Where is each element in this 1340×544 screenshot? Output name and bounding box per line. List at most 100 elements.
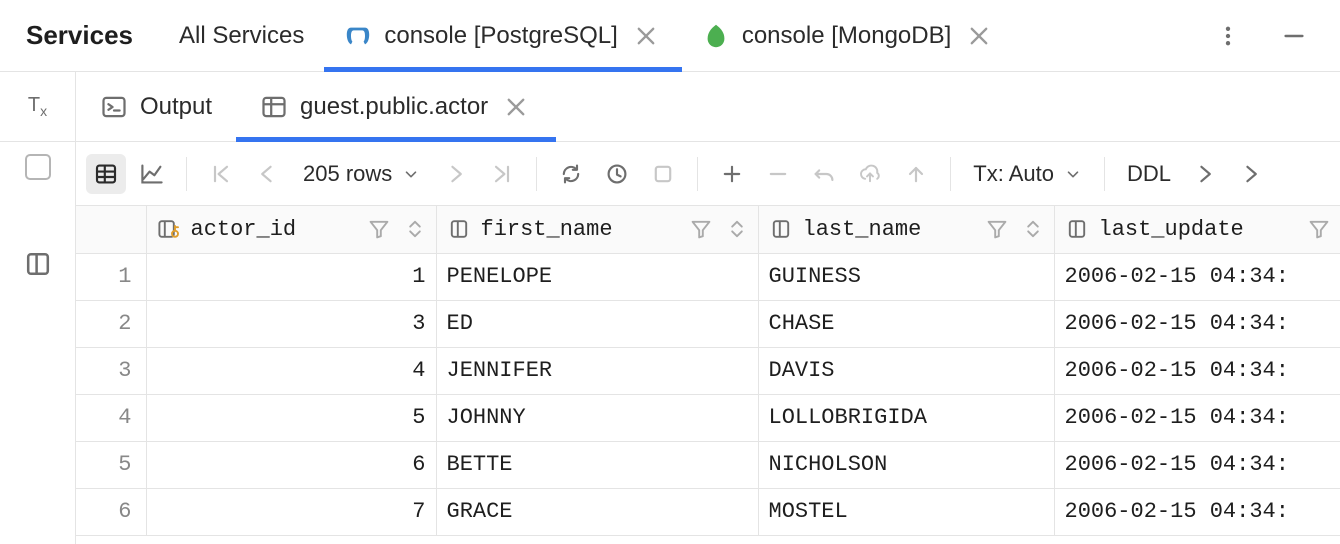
postgres-icon <box>344 22 372 50</box>
top-tab-label: console [PostgreSQL] <box>384 22 617 50</box>
row-number-header[interactable] <box>76 206 146 253</box>
select-all-checkbox[interactable] <box>25 154 51 180</box>
filter-icon[interactable] <box>688 217 714 241</box>
revert-button[interactable] <box>804 154 844 194</box>
column-header-row: actor_id first_name <box>76 206 1340 253</box>
hide-button[interactable] <box>1274 16 1314 56</box>
cell-last-name[interactable]: CHASE <box>758 300 1054 347</box>
filter-icon[interactable] <box>1306 217 1332 241</box>
cell-actor-id[interactable]: 5 <box>146 394 436 441</box>
row-number[interactable]: 3 <box>76 347 146 394</box>
reload-button[interactable] <box>551 154 591 194</box>
cell-actor-id[interactable]: 1 <box>146 253 436 300</box>
sort-icon[interactable] <box>402 217 428 241</box>
cell-last-name[interactable]: GUINESS <box>758 253 1054 300</box>
ddl-next-button[interactable] <box>1185 154 1225 194</box>
data-grid: actor_id first_name <box>76 206 1340 544</box>
cell-first-name[interactable]: ED <box>436 300 758 347</box>
column-name: first_name <box>481 217 613 242</box>
column-icon <box>769 217 793 241</box>
secondary-tab-output[interactable]: Output <box>76 72 236 141</box>
delete-row-button[interactable] <box>758 154 798 194</box>
chevron-down-icon <box>402 165 420 183</box>
close-icon[interactable] <box>963 20 995 52</box>
sort-icon[interactable] <box>724 217 750 241</box>
cell-last-name[interactable]: LOLLOBRIGIDA <box>758 394 1054 441</box>
top-tab-bar: Services All Services console [PostgreSQ… <box>0 0 1340 72</box>
filter-icon[interactable] <box>984 217 1010 241</box>
column-header-last-update[interactable]: last_update <box>1054 206 1340 253</box>
overflow-button[interactable] <box>1231 154 1271 194</box>
cell-first-name[interactable]: PENELOPE <box>436 253 758 300</box>
cell-first-name[interactable]: BETTE <box>436 441 758 488</box>
row-count-label: 205 rows <box>303 161 392 187</box>
stop-button[interactable] <box>643 154 683 194</box>
sort-icon[interactable] <box>1020 217 1046 241</box>
top-tab-label: All Services <box>179 22 304 50</box>
cell-last-update[interactable]: 2006-02-15 04:34: <box>1054 441 1340 488</box>
row-number[interactable]: 4 <box>76 394 146 441</box>
prev-page-button[interactable] <box>247 154 287 194</box>
secondary-tab-result[interactable]: guest.public.actor <box>236 72 556 141</box>
cell-first-name[interactable]: JOHNNY <box>436 394 758 441</box>
top-tab-console-postgresql[interactable]: console [PostgreSQL] <box>324 0 681 71</box>
cell-last-name[interactable]: DAVIS <box>758 347 1054 394</box>
cell-actor-id[interactable]: 7 <box>146 488 436 535</box>
close-icon[interactable] <box>630 20 662 52</box>
output-icon <box>100 93 128 121</box>
cell-last-update[interactable]: 2006-02-15 04:34: <box>1054 394 1340 441</box>
cell-last-update[interactable]: 2006-02-15 04:34: <box>1054 300 1340 347</box>
table-row[interactable]: 11PENELOPEGUINESS2006-02-15 04:34: <box>76 253 1340 300</box>
tx-mode-label: Tx: Auto <box>973 161 1054 187</box>
more-options-button[interactable] <box>1208 16 1248 56</box>
add-row-button[interactable] <box>712 154 752 194</box>
column-header-first-name[interactable]: first_name <box>436 206 758 253</box>
top-tab-all-services[interactable]: All Services <box>159 0 324 71</box>
row-number[interactable]: 5 <box>76 441 146 488</box>
column-icon <box>1065 217 1089 241</box>
secondary-tab-label: guest.public.actor <box>300 93 488 121</box>
cell-last-update[interactable]: 2006-02-15 04:34: <box>1054 347 1340 394</box>
mongo-icon <box>702 22 730 50</box>
chevron-down-icon <box>1064 165 1082 183</box>
next-page-button[interactable] <box>436 154 476 194</box>
cell-last-update[interactable]: 2006-02-15 04:34: <box>1054 488 1340 535</box>
top-tab-console-mongodb[interactable]: console [MongoDB] <box>682 0 1015 71</box>
table-row[interactable]: 23EDCHASE2006-02-15 04:34: <box>76 300 1340 347</box>
schedule-button[interactable] <box>597 154 637 194</box>
layout-icon[interactable] <box>24 250 52 278</box>
row-count-dropdown[interactable]: 205 rows <box>293 161 430 187</box>
cell-first-name[interactable]: JENNIFER <box>436 347 758 394</box>
table-row[interactable]: 56BETTENICHOLSON2006-02-15 04:34: <box>76 441 1340 488</box>
cell-actor-id[interactable]: 6 <box>146 441 436 488</box>
cell-actor-id[interactable]: 3 <box>146 300 436 347</box>
submit-button[interactable] <box>850 154 890 194</box>
close-icon[interactable] <box>500 91 532 123</box>
filter-icon[interactable] <box>366 217 392 241</box>
tx-indicator[interactable]: Tx <box>0 72 76 141</box>
cell-actor-id[interactable]: 4 <box>146 347 436 394</box>
table-row[interactable]: 67GRACEMOSTEL2006-02-15 04:34: <box>76 488 1340 535</box>
export-button[interactable] <box>896 154 936 194</box>
ddl-label[interactable]: DDL <box>1119 161 1179 187</box>
table-icon <box>260 93 288 121</box>
secondary-tab-bar: Tx Output guest.public.actor <box>0 72 1340 142</box>
tx-mode-dropdown[interactable]: Tx: Auto <box>965 161 1090 187</box>
table-row[interactable]: 34JENNIFERDAVIS2006-02-15 04:34: <box>76 347 1340 394</box>
chart-view-button[interactable] <box>132 154 172 194</box>
table-row[interactable]: 45JOHNNYLOLLOBRIGIDA2006-02-15 04:34: <box>76 394 1340 441</box>
table-view-button[interactable] <box>86 154 126 194</box>
cell-last-name[interactable]: MOSTEL <box>758 488 1054 535</box>
row-number[interactable]: 2 <box>76 300 146 347</box>
cell-first-name[interactable]: GRACE <box>436 488 758 535</box>
cell-last-name[interactable]: NICHOLSON <box>758 441 1054 488</box>
column-header-actor-id[interactable]: actor_id <box>146 206 436 253</box>
secondary-tab-label: Output <box>140 93 212 121</box>
column-header-last-name[interactable]: last_name <box>758 206 1054 253</box>
first-page-button[interactable] <box>201 154 241 194</box>
left-gutter <box>0 142 76 544</box>
last-page-button[interactable] <box>482 154 522 194</box>
row-number[interactable]: 1 <box>76 253 146 300</box>
cell-last-update[interactable]: 2006-02-15 04:34: <box>1054 253 1340 300</box>
row-number[interactable]: 6 <box>76 488 146 535</box>
